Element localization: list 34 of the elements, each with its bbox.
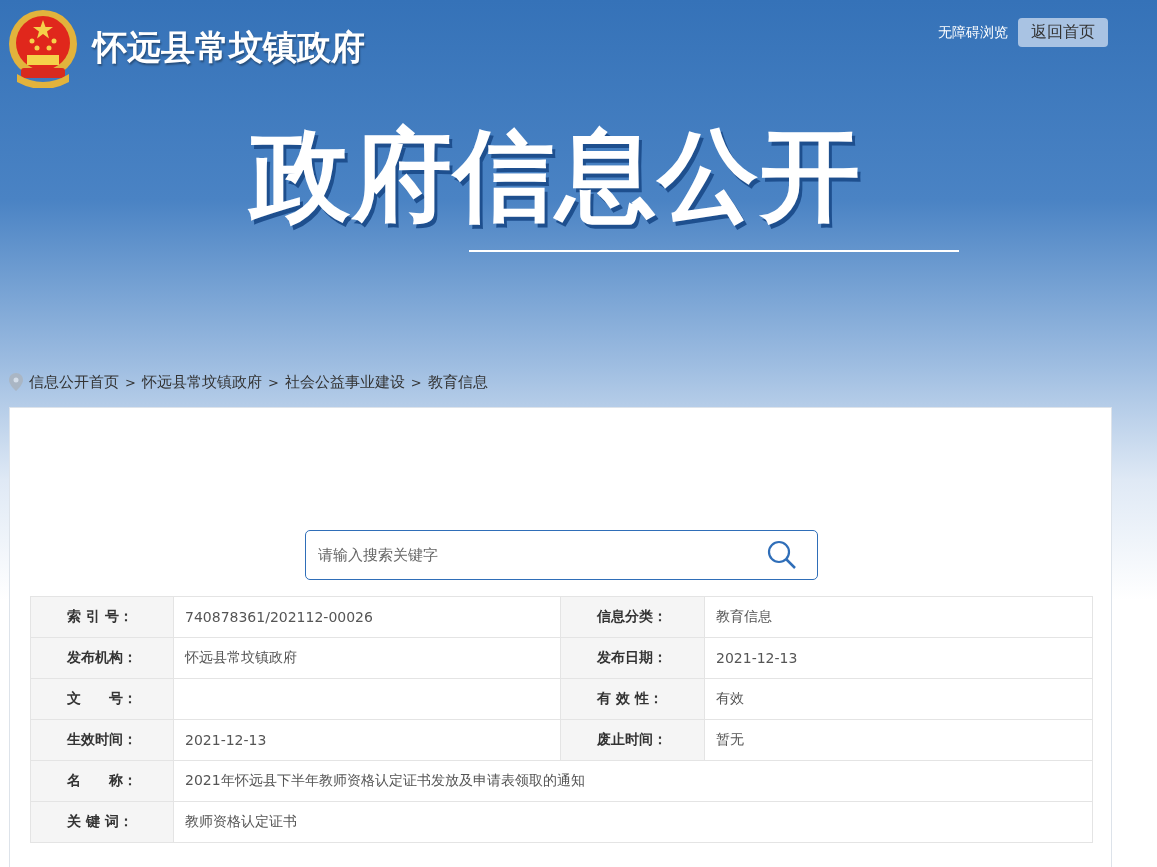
field-label: 有 效 性： [597, 690, 663, 706]
field-label: 废止时间： [597, 731, 667, 747]
field-value: 教育信息 [716, 608, 772, 624]
field-value: 教师资格认定证书 [185, 813, 297, 829]
field-value: 有效 [716, 690, 744, 706]
field-label: 生效时间： [67, 731, 137, 747]
field-label: 信息分类： [597, 608, 667, 624]
breadcrumb-link[interactable]: 社会公益事业建设 [284, 372, 405, 392]
breadcrumb-separator: > [125, 374, 136, 390]
search-field[interactable]: 请输入搜索关键字 [305, 530, 818, 580]
field-value: 740878361/202112-00026 [185, 609, 373, 625]
breadcrumb-separator: > [267, 374, 279, 390]
search-placeholder: 请输入搜索关键字 [318, 545, 438, 565]
field-label: 文 号： [67, 690, 137, 706]
field-label: 发布日期： [597, 649, 667, 665]
field-value: 2021年怀远县下半年教师资格认定证书发放及申请表领取的通知 [185, 772, 585, 788]
breadcrumb-separator: > [410, 374, 422, 390]
breadcrumb-link[interactable]: 教育信息 [427, 372, 488, 392]
field-value: 暂无 [716, 731, 744, 747]
field-value: 2021-12-13 [716, 650, 798, 666]
field-label: 发布机构： [67, 649, 137, 665]
field-value: 2021-12-13 [185, 732, 267, 748]
search-icon[interactable] [767, 540, 797, 570]
field-label: 索 引 号： [67, 608, 133, 624]
home-button[interactable]: 返回首页 [1018, 18, 1108, 47]
field-value: 怀远县常坟镇政府 [185, 649, 297, 665]
field-label: 关 键 词： [67, 813, 133, 829]
banner-title: 政府信息公开 [250, 116, 862, 236]
site-title: 怀远县常坟镇政府 [93, 26, 365, 69]
breadcrumb-link[interactable]: 信息公开首页 [29, 372, 119, 392]
accessibility-link[interactable]: 无障碍浏览 [938, 23, 1008, 42]
location-pin-icon [9, 373, 23, 391]
breadcrumb-link[interactable]: 怀远县常坟镇政府 [141, 372, 262, 392]
field-label: 名 称： [67, 772, 137, 788]
